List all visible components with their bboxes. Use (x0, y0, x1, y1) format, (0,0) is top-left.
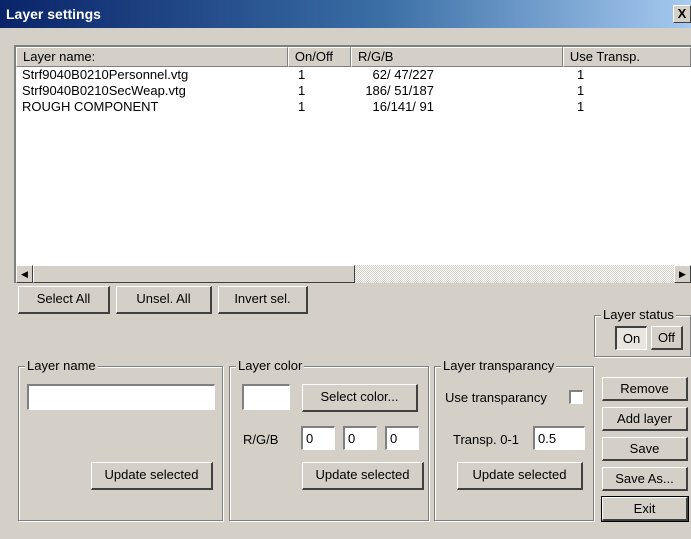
exit-button[interactable]: Exit (601, 496, 689, 522)
cell-rgb: 186/ 51/187 (365, 83, 434, 98)
select-all-button[interactable]: Select All (18, 286, 110, 314)
cell-use-transp: 1 (577, 83, 585, 98)
save-button[interactable]: Save (602, 437, 688, 461)
update-color-button[interactable]: Update selected (302, 462, 424, 490)
table-row[interactable]: Strf9040B0210Personnel.vtg 1 62/ 47/227 … (16, 67, 691, 83)
invert-selection-button[interactable]: Invert sel. (218, 286, 308, 314)
rgb-label: R/G/B (243, 432, 279, 447)
column-header-onoff[interactable]: On/Off (287, 47, 352, 67)
list-header: Layer name: On/Off R/G/B Use Transp. (16, 47, 691, 67)
cell-onoff: 1 (298, 67, 306, 82)
save-as-button[interactable]: Save As... (602, 467, 688, 491)
transp-label: Transp. 0-1 (453, 432, 519, 447)
unselect-all-button[interactable]: Unsel. All (116, 286, 212, 314)
cell-layer-name: Strf9040B0210Personnel.vtg (22, 67, 189, 82)
layer-list[interactable]: Layer name: On/Off R/G/B Use Transp. Str… (14, 45, 691, 283)
scroll-right-arrow-icon[interactable]: ▶ (674, 265, 691, 283)
blue-input[interactable]: 0 (385, 426, 419, 450)
cell-layer-name: ROUGH COMPONENT (22, 99, 159, 114)
layer-color-group-title: Layer color (236, 358, 305, 374)
column-header-layer-name[interactable]: Layer name: (16, 47, 288, 67)
window-title: Layer settings (6, 6, 101, 22)
layer-transparency-group: Layer transparancy Use transparancy Tran… (434, 358, 594, 521)
column-header-use-transp[interactable]: Use Transp. (562, 47, 691, 67)
layer-status-group: Layer status On Off (594, 307, 691, 357)
layer-name-group-title: Layer name (25, 358, 98, 374)
scroll-thumb[interactable] (33, 265, 355, 283)
transparency-input[interactable]: 0.5 (533, 426, 585, 450)
title-bar: Layer settings X (0, 0, 691, 28)
use-transparency-label: Use transparancy (445, 390, 547, 405)
cell-onoff: 1 (298, 83, 306, 98)
select-color-button[interactable]: Select color... (302, 384, 418, 412)
layer-status-title: Layer status (601, 307, 676, 323)
close-button[interactable]: X (673, 5, 691, 23)
update-transparency-button[interactable]: Update selected (457, 462, 583, 490)
table-row[interactable]: ROUGH COMPONENT 1 16/141/ 91 1 (16, 99, 691, 115)
horizontal-scrollbar[interactable]: ◀ ▶ (16, 265, 691, 283)
layer-name-input[interactable] (27, 384, 215, 410)
table-row[interactable]: Strf9040B0210SecWeap.vtg 1 186/ 51/187 1 (16, 83, 691, 99)
cell-layer-name: Strf9040B0210SecWeap.vtg (22, 83, 186, 98)
layer-color-group: Layer color Select color... R/G/B 0 0 0 … (229, 358, 429, 521)
scroll-left-arrow-icon[interactable]: ◀ (16, 265, 33, 283)
layer-transparency-group-title: Layer transparancy (441, 358, 557, 374)
column-header-rgb[interactable]: R/G/B (351, 47, 563, 67)
cell-use-transp: 1 (577, 99, 585, 114)
remove-button[interactable]: Remove (602, 377, 688, 401)
cell-use-transp: 1 (577, 67, 585, 82)
add-layer-button[interactable]: Add layer (602, 407, 688, 431)
red-input[interactable]: 0 (301, 426, 335, 450)
status-off-toggle[interactable]: Off (651, 326, 683, 350)
green-input[interactable]: 0 (343, 426, 377, 450)
layer-name-group: Layer name Update selected (18, 358, 223, 521)
status-on-toggle[interactable]: On (615, 326, 647, 350)
color-swatch (242, 384, 290, 410)
cell-onoff: 1 (298, 99, 306, 114)
cell-rgb: 16/141/ 91 (372, 99, 434, 114)
use-transparency-checkbox[interactable] (569, 390, 583, 404)
update-name-button[interactable]: Update selected (91, 462, 213, 490)
cell-rgb: 62/ 47/227 (372, 67, 434, 82)
